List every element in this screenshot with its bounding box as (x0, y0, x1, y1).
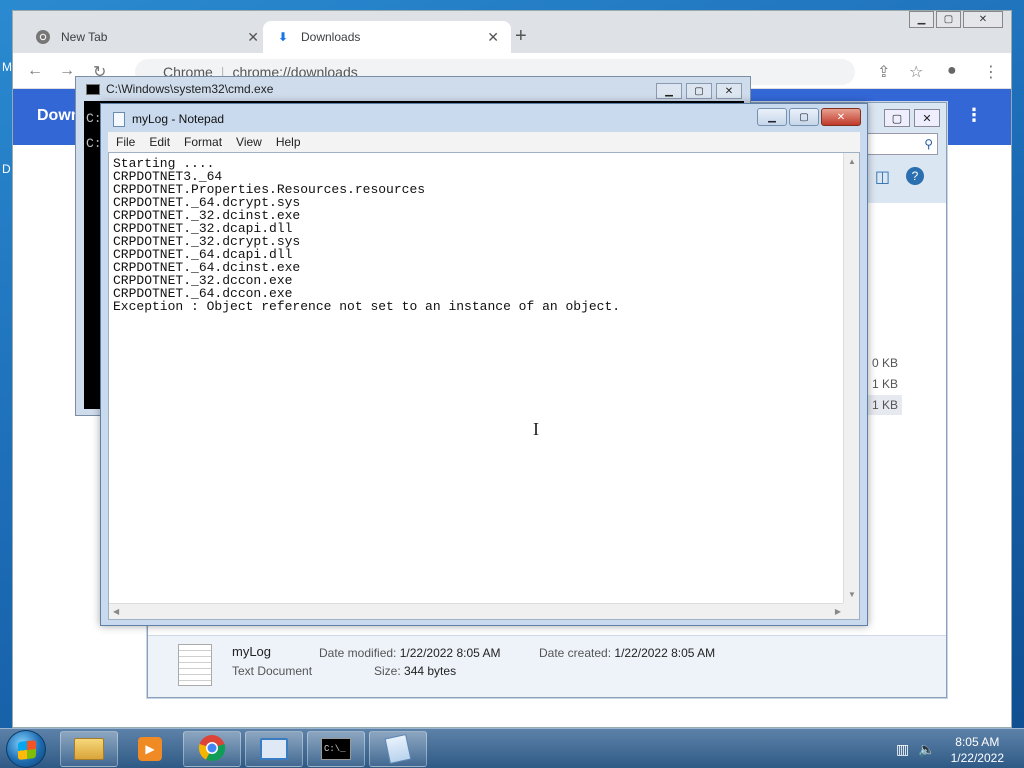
horizontal-scrollbar[interactable]: ◀ ▶ (109, 603, 845, 619)
resize-grip[interactable] (843, 603, 859, 619)
date-modified: Date modified: 1/22/2022 8:05 AM (319, 646, 500, 660)
close-button[interactable]: ✕ (716, 83, 742, 99)
menu-bar: File Edit Format View Help (108, 132, 860, 152)
star-icon[interactable]: ☆ (909, 62, 923, 82)
file-size: 1 KB (871, 377, 898, 391)
close-button[interactable]: ✕ (821, 108, 861, 126)
close-button[interactable]: ✕ (914, 109, 940, 127)
menu-edit[interactable]: Edit (149, 135, 170, 149)
chrome-icon (35, 29, 51, 45)
tab-label: New Tab (61, 30, 108, 44)
taskbar-control-panel[interactable] (245, 731, 303, 767)
taskbar-notepad[interactable] (369, 731, 427, 767)
date-modified-value: 1/22/2022 8:05 AM (399, 646, 501, 660)
details-file-name: myLog (232, 644, 272, 659)
volume-icon[interactable]: 🔈 (918, 741, 935, 758)
menu-file[interactable]: File (116, 135, 135, 149)
tab-new-tab[interactable]: New Tab ✕ (23, 21, 271, 53)
preview-pane-icon[interactable]: ◫ (875, 167, 890, 187)
close-button[interactable]: ✕ (963, 11, 1003, 28)
editor-content[interactable]: Starting .... CRPDOTNET3._64 CRPDOTNET.P… (111, 155, 843, 601)
start-button[interactable] (6, 730, 46, 768)
close-tab-icon[interactable]: ✕ (487, 29, 499, 46)
text-editor[interactable]: Starting .... CRPDOTNET3._64 CRPDOTNET.P… (108, 152, 860, 620)
cmd-titlebar: C:\Windows\system32\cmd.exe (76, 77, 750, 101)
clock-date: 1/22/2022 (950, 751, 1004, 765)
menu-format[interactable]: Format (184, 135, 222, 149)
cmd-icon (86, 83, 100, 95)
taskbar-cmd[interactable]: C:\_ (307, 731, 365, 767)
date-created-label: Date created: (539, 646, 612, 660)
date-modified-label: Date modified: (319, 646, 397, 660)
details-pane: myLog Text Document Date modified: 1/22/… (148, 635, 946, 697)
date-created-value: 1/22/2022 8:05 AM (614, 646, 716, 660)
scroll-down-icon[interactable]: ▼ (848, 590, 856, 599)
maximize-button[interactable]: ▢ (686, 83, 712, 99)
taskbar: ▶ C:\_ ▥ 🔈 8:05 AM 1/22/2022 (0, 728, 1024, 768)
tab-downloads[interactable]: ⬇ Downloads ✕ (263, 21, 511, 53)
minimize-button[interactable]: ▁ (656, 83, 682, 99)
cmd-icon: C:\_ (321, 738, 351, 760)
back-icon[interactable]: ← (27, 62, 43, 80)
date-created: Date created: 1/22/2022 8:05 AM (539, 646, 715, 660)
maximize-button[interactable]: ▢ (936, 11, 961, 28)
chrome-tabstrip: New Tab ✕ ⬇ Downloads ✕ + ▁ ▢ ✕ (13, 11, 1011, 53)
desktop-icon-label[interactable]: D (2, 162, 11, 176)
details-file-type: Text Document (232, 664, 313, 678)
taskbar-media-player[interactable]: ▶ (121, 731, 179, 767)
menu-view[interactable]: View (236, 135, 262, 149)
scroll-left-icon[interactable]: ◀ (113, 607, 119, 616)
cmd-window-controls: ▁ ▢ ✕ (656, 83, 742, 99)
page-title: Down (37, 107, 81, 124)
search-icon: ⚲ (924, 137, 933, 151)
cmd-title: C:\Windows\system32\cmd.exe (106, 82, 274, 96)
explorer-icon (74, 738, 104, 760)
control-panel-icon (260, 738, 288, 760)
scroll-right-icon[interactable]: ▶ (835, 607, 841, 616)
system-tray: ▥ 🔈 8:05 AM 1/22/2022 (874, 729, 1024, 768)
media-player-icon: ▶ (138, 737, 162, 761)
windows-logo-icon (18, 740, 36, 760)
new-tab-button[interactable]: + (515, 25, 527, 48)
file-size: 1 KB (862, 395, 902, 415)
profile-icon[interactable]: ● (947, 62, 957, 80)
menu-icon[interactable]: ⋮ (983, 62, 999, 82)
notepad-title: myLog - Notepad (132, 112, 225, 126)
chrome-icon (198, 734, 226, 765)
chrome-window-controls: ▁ ▢ ✕ (909, 11, 1003, 28)
share-icon[interactable]: ⇪ (877, 62, 890, 82)
taskbar-explorer[interactable] (60, 731, 118, 767)
close-tab-icon[interactable]: ✕ (247, 29, 259, 46)
notepad-icon (384, 733, 412, 765)
notepad-window-controls: ▁ ▢ ✕ (757, 108, 861, 126)
clock[interactable]: 8:05 AM 1/22/2022 (951, 734, 1004, 766)
vertical-scrollbar[interactable]: ▲ ▼ (843, 153, 859, 603)
text-cursor-icon: I (533, 419, 539, 439)
tab-label: Downloads (301, 30, 361, 44)
download-icon: ⬇ (277, 30, 289, 44)
file-size-detail: Size: 344 bytes (374, 664, 456, 678)
forward-icon[interactable]: → (59, 62, 75, 80)
scroll-up-icon[interactable]: ▲ (848, 157, 856, 166)
notepad-window: myLog - Notepad ▁ ▢ ✕ File Edit Format V… (100, 103, 868, 626)
clock-time: 8:05 AM (955, 735, 1000, 749)
maximize-button[interactable]: ▢ (789, 108, 819, 126)
minimize-button[interactable]: ▁ (757, 108, 787, 126)
more-icon[interactable]: ⋮ (965, 105, 983, 126)
maximize-button[interactable]: ▢ (884, 109, 910, 127)
size-label: Size: (374, 664, 401, 678)
file-size: 0 KB (871, 356, 898, 370)
notepad-titlebar: myLog - Notepad (101, 104, 867, 134)
network-icon[interactable]: ▥ (896, 741, 909, 758)
minimize-button[interactable]: ▁ (909, 11, 934, 28)
taskbar-chrome[interactable] (183, 731, 241, 767)
text-file-icon (178, 644, 212, 686)
search-input[interactable]: ⚲ (858, 133, 938, 155)
notepad-icon (113, 111, 125, 127)
menu-help[interactable]: Help (276, 135, 301, 149)
size-value: 344 bytes (404, 664, 457, 678)
desktop-icon-label[interactable]: M (2, 60, 12, 74)
help-icon[interactable]: ? (906, 167, 924, 185)
